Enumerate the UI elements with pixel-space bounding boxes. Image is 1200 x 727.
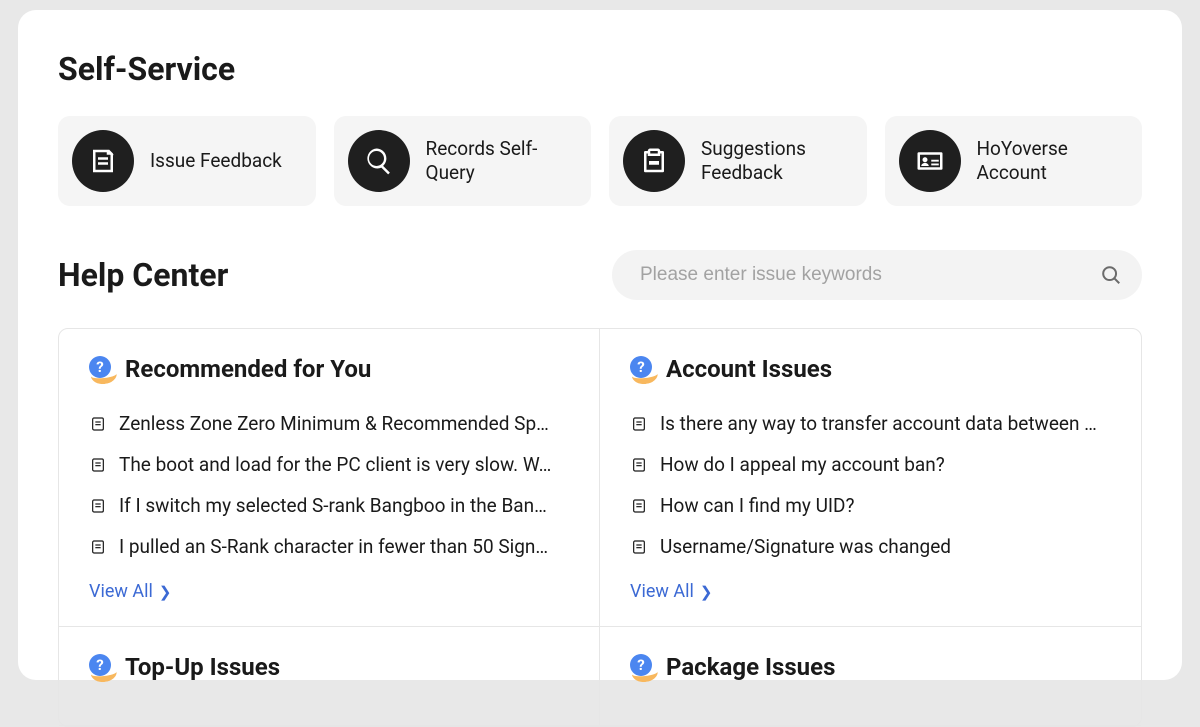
category-header: ? Top-Up Issues xyxy=(89,653,569,681)
self-service-row: Issue Feedback Records Self-Query Sugges… xyxy=(58,116,1142,206)
document-icon xyxy=(89,497,107,515)
category-account-issues: ? Account Issues Is there any way to tra… xyxy=(600,329,1141,627)
category-title: Package Issues xyxy=(666,653,835,681)
search-icon[interactable] xyxy=(1098,262,1124,288)
category-title: Top-Up Issues xyxy=(125,653,280,681)
question-icon: ? xyxy=(89,654,115,680)
document-icon xyxy=(630,497,648,515)
article-link[interactable]: Is there any way to transfer account dat… xyxy=(630,403,1111,444)
category-package-issues: ? Package Issues xyxy=(600,627,1141,726)
chevron-right-icon: ❯ xyxy=(159,583,172,601)
clipboard-icon xyxy=(623,130,685,192)
article-link[interactable]: If I switch my selected S-rank Bangboo i… xyxy=(89,485,569,526)
article-text: I pulled an S-Rank character in fewer th… xyxy=(119,535,548,558)
category-header: ? Package Issues xyxy=(630,653,1111,681)
help-center-header: Help Center xyxy=(58,250,1142,300)
service-hoyoverse-account[interactable]: HoYoverse Account xyxy=(885,116,1143,206)
article-link[interactable]: Username/Signature was changed xyxy=(630,526,1111,567)
article-text: If I switch my selected S-rank Bangboo i… xyxy=(119,494,547,517)
article-text: The boot and load for the PC client is v… xyxy=(119,453,551,476)
view-all-label: View All xyxy=(89,581,153,602)
article-link[interactable]: The boot and load for the PC client is v… xyxy=(89,444,569,485)
article-link[interactable]: Zenless Zone Zero Minimum & Recommended … xyxy=(89,403,569,444)
article-link[interactable]: I pulled an S-Rank character in fewer th… xyxy=(89,526,569,567)
document-icon xyxy=(630,456,648,474)
view-all-link[interactable]: View All ❯ xyxy=(630,581,712,602)
document-icon xyxy=(89,456,107,474)
main-card: Self-Service Issue Feedback Records Self… xyxy=(18,10,1182,680)
help-center-title: Help Center xyxy=(58,256,228,294)
service-label: HoYoverse Account xyxy=(977,137,1129,185)
service-label: Records Self-Query xyxy=(426,137,578,185)
document-icon xyxy=(89,538,107,556)
id-card-icon xyxy=(899,130,961,192)
article-text: Zenless Zone Zero Minimum & Recommended … xyxy=(119,412,549,435)
category-title: Account Issues xyxy=(666,355,832,383)
question-icon: ? xyxy=(630,356,656,382)
issue-feedback-icon xyxy=(72,130,134,192)
category-title: Recommended for You xyxy=(125,355,371,383)
document-icon xyxy=(630,538,648,556)
document-icon xyxy=(89,415,107,433)
category-recommended: ? Recommended for You Zenless Zone Zero … xyxy=(59,329,600,627)
view-all-link[interactable]: View All ❯ xyxy=(89,581,171,602)
view-all-label: View All xyxy=(630,581,694,602)
search-input[interactable] xyxy=(612,250,1142,300)
article-text: Is there any way to transfer account dat… xyxy=(660,412,1097,435)
article-text: How do I appeal my account ban? xyxy=(660,453,945,476)
chevron-right-icon: ❯ xyxy=(700,583,713,601)
article-link[interactable]: How can I find my UID? xyxy=(630,485,1111,526)
service-suggestions-feedback[interactable]: Suggestions Feedback xyxy=(609,116,867,206)
service-records-self-query[interactable]: Records Self-Query xyxy=(334,116,592,206)
category-top-up-issues: ? Top-Up Issues xyxy=(59,627,600,726)
document-icon xyxy=(630,415,648,433)
service-issue-feedback[interactable]: Issue Feedback xyxy=(58,116,316,206)
category-header: ? Account Issues xyxy=(630,355,1111,383)
article-text: Username/Signature was changed xyxy=(660,535,951,558)
service-label: Suggestions Feedback xyxy=(701,137,853,185)
question-icon: ? xyxy=(630,654,656,680)
category-header: ? Recommended for You xyxy=(89,355,569,383)
search-wrap xyxy=(612,250,1142,300)
search-records-icon xyxy=(348,130,410,192)
self-service-title: Self-Service xyxy=(58,50,1142,88)
service-label: Issue Feedback xyxy=(150,149,282,173)
article-link[interactable]: How do I appeal my account ban? xyxy=(630,444,1111,485)
question-icon: ? xyxy=(89,356,115,382)
article-text: How can I find my UID? xyxy=(660,494,855,517)
help-grid: ? Recommended for You Zenless Zone Zero … xyxy=(58,328,1142,727)
